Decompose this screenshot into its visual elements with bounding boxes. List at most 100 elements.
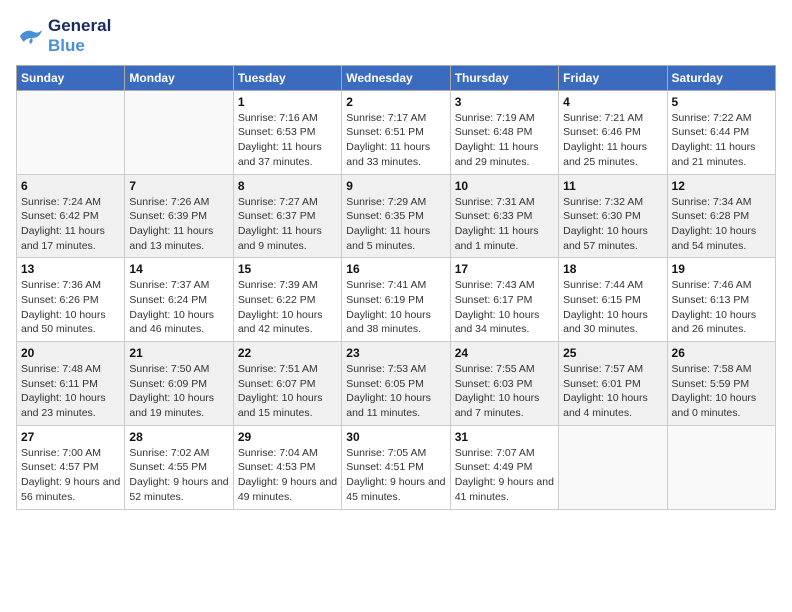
weekday-header-tuesday: Tuesday	[233, 65, 341, 90]
day-number: 7	[129, 179, 228, 193]
calendar-week-0: 1 Sunrise: 7:16 AMSunset: 6:53 PMDaylight…	[17, 90, 776, 174]
calendar-cell: 22 Sunrise: 7:51 AMSunset: 6:07 PMDayligh…	[233, 342, 341, 426]
calendar-cell	[667, 425, 775, 509]
day-number: 28	[129, 430, 228, 444]
calendar-cell	[559, 425, 667, 509]
calendar-cell	[17, 90, 125, 174]
day-number: 13	[21, 262, 120, 276]
day-number: 24	[455, 346, 554, 360]
calendar-cell: 11 Sunrise: 7:32 AMSunset: 6:30 PMDayligh…	[559, 174, 667, 258]
day-info: Sunrise: 7:21 AMSunset: 6:46 PMDaylight:…	[563, 111, 662, 170]
day-number: 26	[672, 346, 771, 360]
day-info: Sunrise: 7:36 AMSunset: 6:26 PMDaylight:…	[21, 278, 120, 337]
calendar-cell: 18 Sunrise: 7:44 AMSunset: 6:15 PMDayligh…	[559, 258, 667, 342]
weekday-header-saturday: Saturday	[667, 65, 775, 90]
day-info: Sunrise: 7:26 AMSunset: 6:39 PMDaylight:…	[129, 195, 228, 254]
calendar-cell: 26 Sunrise: 7:58 AMSunset: 5:59 PMDayligh…	[667, 342, 775, 426]
day-info: Sunrise: 7:17 AMSunset: 6:51 PMDaylight:…	[346, 111, 445, 170]
day-info: Sunrise: 7:16 AMSunset: 6:53 PMDaylight:…	[238, 111, 337, 170]
calendar-week-4: 27 Sunrise: 7:00 AMSunset: 4:57 PMDayligh…	[17, 425, 776, 509]
weekday-header-sunday: Sunday	[17, 65, 125, 90]
weekday-header-row: SundayMondayTuesdayWednesdayThursdayFrid…	[17, 65, 776, 90]
calendar-cell: 12Sunrise: 7:34 AMSunset: 6:28 PMDayligh…	[667, 174, 775, 258]
calendar-week-3: 20 Sunrise: 7:48 AMSunset: 6:11 PMDayligh…	[17, 342, 776, 426]
calendar-cell	[125, 90, 233, 174]
day-info: Sunrise: 7:46 AMSunset: 6:13 PMDaylight:…	[672, 278, 771, 337]
calendar-cell: 7 Sunrise: 7:26 AMSunset: 6:39 PMDaylight…	[125, 174, 233, 258]
page-header: General Blue	[16, 16, 776, 57]
day-info: Sunrise: 7:41 AMSunset: 6:19 PMDaylight:…	[346, 278, 445, 337]
day-info: Sunrise: 7:43 AMSunset: 6:17 PMDaylight:…	[455, 278, 554, 337]
day-number: 6	[21, 179, 120, 193]
day-info: Sunrise: 7:44 AMSunset: 6:15 PMDaylight:…	[563, 278, 662, 337]
day-number: 5	[672, 95, 771, 109]
day-number: 21	[129, 346, 228, 360]
day-number: 17	[455, 262, 554, 276]
calendar-cell: 6 Sunrise: 7:24 AMSunset: 6:42 PMDaylight…	[17, 174, 125, 258]
day-info: Sunrise: 7:22 AMSunset: 6:44 PMDaylight:…	[672, 111, 771, 170]
day-info: Sunrise: 7:32 AMSunset: 6:30 PMDaylight:…	[563, 195, 662, 254]
weekday-header-friday: Friday	[559, 65, 667, 90]
day-info: Sunrise: 7:00 AMSunset: 4:57 PMDaylight:…	[21, 446, 120, 505]
day-info: Sunrise: 7:07 AMSunset: 4:49 PMDaylight:…	[455, 446, 554, 505]
logo-text: General Blue	[48, 16, 111, 57]
day-number: 27	[21, 430, 120, 444]
day-info: Sunrise: 7:48 AMSunset: 6:11 PMDaylight:…	[21, 362, 120, 421]
weekday-header-thursday: Thursday	[450, 65, 558, 90]
day-number: 18	[563, 262, 662, 276]
calendar-cell: 31 Sunrise: 7:07 AMSunset: 4:49 PMDayligh…	[450, 425, 558, 509]
day-info: Sunrise: 7:55 AMSunset: 6:03 PMDaylight:…	[455, 362, 554, 421]
day-number: 12	[672, 179, 771, 193]
day-info: Sunrise: 7:51 AMSunset: 6:07 PMDaylight:…	[238, 362, 337, 421]
day-info: Sunrise: 7:37 AMSunset: 6:24 PMDaylight:…	[129, 278, 228, 337]
calendar-cell: 9Sunrise: 7:29 AMSunset: 6:35 PMDaylight…	[342, 174, 450, 258]
calendar-cell: 16Sunrise: 7:41 AMSunset: 6:19 PMDayligh…	[342, 258, 450, 342]
calendar-cell: 10 Sunrise: 7:31 AMSunset: 6:33 PMDayligh…	[450, 174, 558, 258]
day-number: 23	[346, 346, 445, 360]
day-number: 4	[563, 95, 662, 109]
day-info: Sunrise: 7:24 AMSunset: 6:42 PMDaylight:…	[21, 195, 120, 254]
calendar-cell: 29Sunrise: 7:04 AMSunset: 4:53 PMDayligh…	[233, 425, 341, 509]
day-number: 22	[238, 346, 337, 360]
day-info: Sunrise: 7:31 AMSunset: 6:33 PMDaylight:…	[455, 195, 554, 254]
weekday-header-monday: Monday	[125, 65, 233, 90]
day-number: 1	[238, 95, 337, 109]
day-info: Sunrise: 7:58 AMSunset: 5:59 PMDaylight:…	[672, 362, 771, 421]
calendar-cell: 30 Sunrise: 7:05 AMSunset: 4:51 PMDayligh…	[342, 425, 450, 509]
day-number: 3	[455, 95, 554, 109]
day-info: Sunrise: 7:19 AMSunset: 6:48 PMDaylight:…	[455, 111, 554, 170]
calendar-cell: 3 Sunrise: 7:19 AMSunset: 6:48 PMDaylight…	[450, 90, 558, 174]
day-number: 30	[346, 430, 445, 444]
day-number: 15	[238, 262, 337, 276]
logo-icon	[16, 24, 44, 48]
calendar-cell: 14 Sunrise: 7:37 AMSunset: 6:24 PMDayligh…	[125, 258, 233, 342]
day-info: Sunrise: 7:53 AMSunset: 6:05 PMDaylight:…	[346, 362, 445, 421]
day-number: 25	[563, 346, 662, 360]
calendar-cell: 27 Sunrise: 7:00 AMSunset: 4:57 PMDayligh…	[17, 425, 125, 509]
calendar-cell: 25 Sunrise: 7:57 AMSunset: 6:01 PMDayligh…	[559, 342, 667, 426]
day-number: 31	[455, 430, 554, 444]
day-number: 10	[455, 179, 554, 193]
day-number: 14	[129, 262, 228, 276]
day-info: Sunrise: 7:05 AMSunset: 4:51 PMDaylight:…	[346, 446, 445, 505]
day-number: 20	[21, 346, 120, 360]
calendar-week-1: 6 Sunrise: 7:24 AMSunset: 6:42 PMDaylight…	[17, 174, 776, 258]
calendar-cell: 15Sunrise: 7:39 AMSunset: 6:22 PMDayligh…	[233, 258, 341, 342]
calendar-cell: 28Sunrise: 7:02 AMSunset: 4:55 PMDayligh…	[125, 425, 233, 509]
calendar-cell: 2 Sunrise: 7:17 AMSunset: 6:51 PMDaylight…	[342, 90, 450, 174]
calendar-cell: 4 Sunrise: 7:21 AMSunset: 6:46 PMDaylight…	[559, 90, 667, 174]
logo: General Blue	[16, 16, 111, 57]
calendar-cell: 8Sunrise: 7:27 AMSunset: 6:37 PMDaylight…	[233, 174, 341, 258]
day-info: Sunrise: 7:57 AMSunset: 6:01 PMDaylight:…	[563, 362, 662, 421]
calendar-cell: 20 Sunrise: 7:48 AMSunset: 6:11 PMDayligh…	[17, 342, 125, 426]
calendar-cell: 23 Sunrise: 7:53 AMSunset: 6:05 PMDayligh…	[342, 342, 450, 426]
day-info: Sunrise: 7:04 AMSunset: 4:53 PMDaylight:…	[238, 446, 337, 505]
day-number: 2	[346, 95, 445, 109]
calendar-cell: 24 Sunrise: 7:55 AMSunset: 6:03 PMDayligh…	[450, 342, 558, 426]
day-number: 11	[563, 179, 662, 193]
day-info: Sunrise: 7:29 AMSunset: 6:35 PMDaylight:…	[346, 195, 445, 254]
calendar-cell: 17 Sunrise: 7:43 AMSunset: 6:17 PMDayligh…	[450, 258, 558, 342]
calendar-table: SundayMondayTuesdayWednesdayThursdayFrid…	[16, 65, 776, 510]
calendar-cell: 1 Sunrise: 7:16 AMSunset: 6:53 PMDaylight…	[233, 90, 341, 174]
day-info: Sunrise: 7:50 AMSunset: 6:09 PMDaylight:…	[129, 362, 228, 421]
